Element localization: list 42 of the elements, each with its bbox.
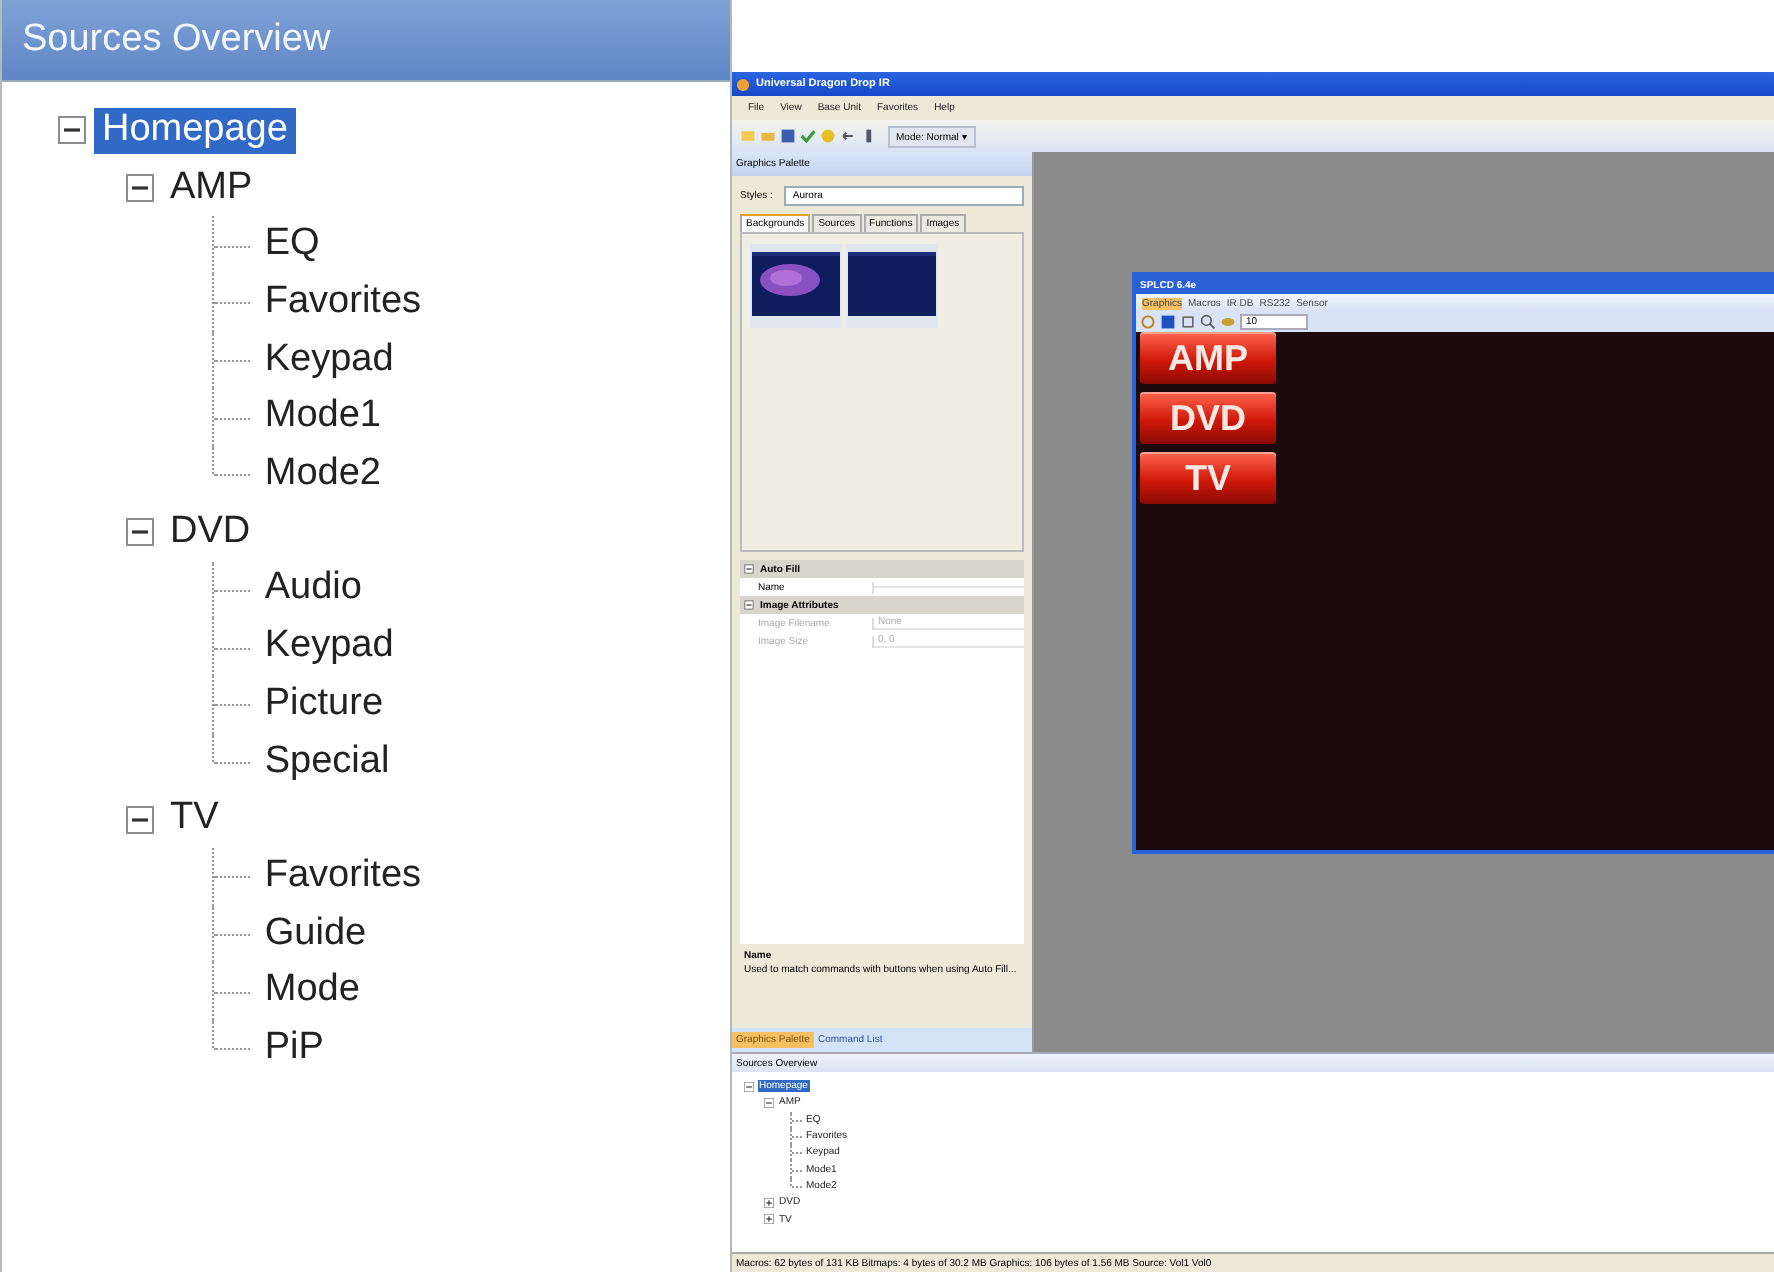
collapse-icon[interactable] (126, 174, 154, 203)
check-icon[interactable] (800, 128, 816, 144)
tree-item[interactable]: Mode (257, 968, 368, 1015)
refresh-icon[interactable] (1140, 314, 1156, 330)
tree-line (211, 847, 251, 906)
tree-line (211, 905, 251, 963)
tree-item[interactable]: DVD (162, 509, 258, 556)
tree-item[interactable]: Homepage (94, 107, 296, 154)
tree-line (211, 331, 251, 389)
tree-item[interactable]: PiP (257, 1025, 332, 1072)
tree-item[interactable]: Audio (257, 566, 370, 613)
tree-item[interactable]: Keypad (257, 624, 402, 670)
tree-item[interactable]: Mode2 (257, 452, 389, 498)
tree-item[interactable]: EQ (257, 222, 328, 269)
tree-item[interactable]: Picture (257, 681, 391, 728)
collapse-icon[interactable] (126, 518, 154, 547)
panel-title: Sources Overview (22, 18, 331, 62)
app-icon (736, 77, 750, 91)
grid-icon[interactable] (1180, 314, 1196, 330)
tree-item[interactable]: Keypad (257, 337, 402, 383)
tree-item[interactable]: Favorites (257, 853, 429, 900)
source-button[interactable]: AMP (1140, 332, 1276, 384)
bar-icon[interactable] (860, 128, 876, 144)
tree-item[interactable]: Special (257, 739, 397, 785)
tree-item[interactable]: AMP (162, 165, 260, 211)
tree-item[interactable]: TV (162, 796, 227, 842)
zoom-icon[interactable] (1200, 314, 1216, 330)
tree-item[interactable]: Mode1 (257, 394, 389, 441)
source-button[interactable]: TV (1140, 452, 1276, 504)
tree-line (211, 618, 251, 676)
expand-icon[interactable] (764, 1197, 774, 1208)
source-button[interactable]: DVD (1140, 392, 1276, 444)
tree-line (211, 274, 251, 332)
tree-line (211, 561, 251, 619)
expand-icon[interactable] (764, 1214, 774, 1225)
collapse-icon[interactable] (126, 805, 154, 834)
collapse-icon[interactable] (58, 116, 86, 145)
tree-line (211, 216, 251, 275)
tree-item[interactable]: Favorites (257, 280, 429, 326)
undo-icon[interactable] (840, 128, 856, 144)
tree-item[interactable]: Guide (257, 911, 374, 957)
square-icon[interactable] (1160, 314, 1176, 330)
